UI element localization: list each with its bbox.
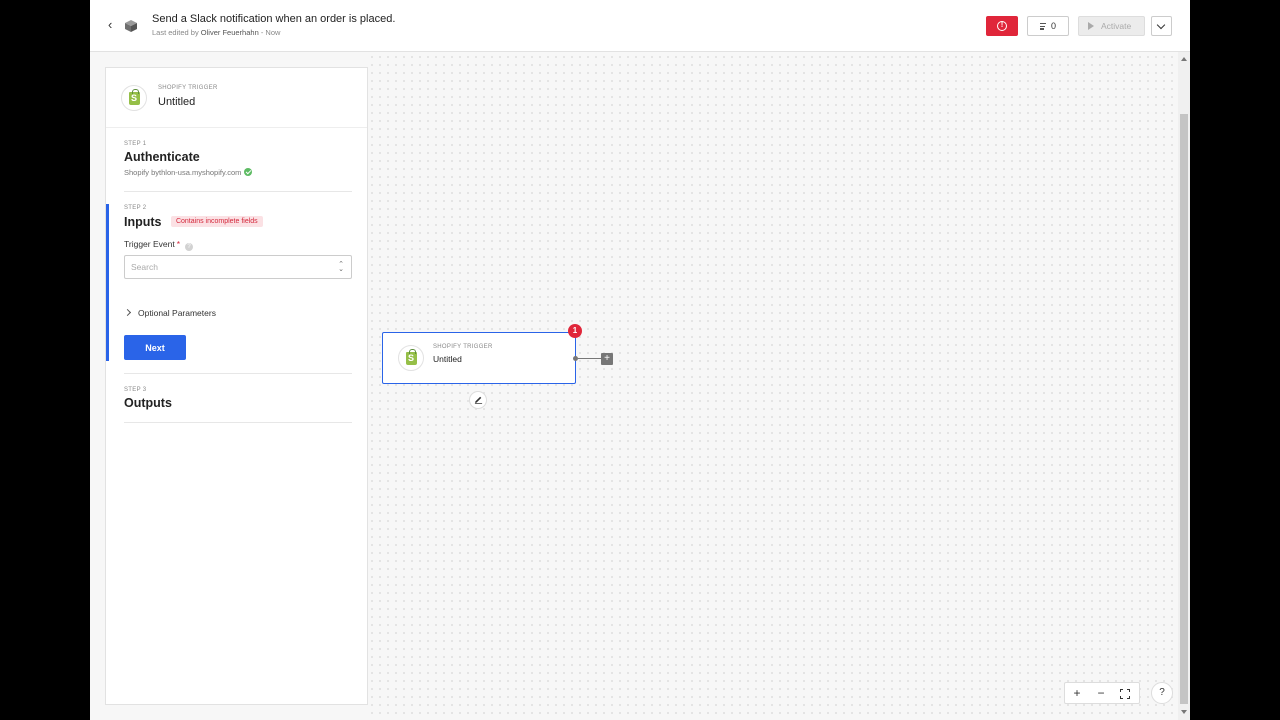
play-icon xyxy=(1088,22,1094,30)
alert-circle-icon: ! xyxy=(997,21,1007,31)
trigger-type-label: SHOPIFY TRIGGER xyxy=(158,85,218,91)
step-label: STEP 3 xyxy=(124,387,147,393)
step-authenticate[interactable]: STEP 1 Authenticate Shopify bythlon-usa.… xyxy=(124,141,352,192)
select-arrows-icon: ⌃ ⌄ xyxy=(338,261,344,273)
step-title-row: Inputs Contains incomplete fields xyxy=(124,213,352,229)
scroll-up-arrow-icon[interactable] xyxy=(1181,57,1187,61)
logs-button[interactable]: 0 xyxy=(1027,16,1069,36)
step-label: STEP 1 xyxy=(124,141,147,147)
step-title: Authenticate xyxy=(124,150,200,164)
list-icon xyxy=(1040,23,1046,30)
step-inputs: STEP 2 Inputs Contains incomplete fields… xyxy=(123,205,352,360)
logs-count: 0 xyxy=(1051,21,1057,31)
activate-button[interactable]: Activate xyxy=(1078,16,1145,36)
check-circle-icon xyxy=(244,168,253,176)
trigger-title[interactable]: Untitled xyxy=(158,96,195,108)
activate-label: Activate xyxy=(1101,21,1132,31)
workflow-editor: ‹ Send a Slack notification when an orde… xyxy=(90,0,1190,720)
chevron-down-icon xyxy=(1156,20,1166,30)
editor-name: Oliver Feuerhahn xyxy=(200,28,259,37)
edited-time: - Now xyxy=(260,28,281,37)
back-icon[interactable]: ‹ xyxy=(108,16,122,34)
help-circle-icon[interactable]: ? xyxy=(185,243,194,251)
node-label: SHOPIFY TRIGGER xyxy=(433,344,493,350)
zoom-controls: + − xyxy=(1064,682,1140,704)
optional-parameters-label: Optional Parameters xyxy=(138,308,216,318)
field-label-text: Trigger Event xyxy=(124,239,175,249)
step-divider xyxy=(124,373,352,374)
shopify-icon xyxy=(121,85,147,111)
trigger-event-search-input[interactable] xyxy=(131,260,321,274)
step-title: Outputs xyxy=(124,396,172,410)
zoom-in-button[interactable]: + xyxy=(1069,686,1085,702)
edit-node-button[interactable] xyxy=(469,391,487,409)
connector-line xyxy=(578,358,601,359)
trigger-event-select[interactable]: ⌃⌄ xyxy=(124,255,352,279)
trigger-event-label: Trigger Event *? xyxy=(124,239,352,251)
workflow-title[interactable]: Send a Slack notification when an order … xyxy=(152,13,395,25)
vertical-scrollbar[interactable] xyxy=(1178,52,1190,720)
node-error-badge: 1 xyxy=(568,324,582,338)
incomplete-badge: Contains incomplete fields xyxy=(170,216,263,228)
auth-account: Shopify bythlon-usa.myshopify.com xyxy=(124,168,242,177)
add-step-button[interactable]: + xyxy=(601,353,613,365)
zoom-out-button[interactable]: − xyxy=(1093,686,1109,702)
errors-button[interactable]: ! xyxy=(986,16,1018,36)
trigger-node[interactable]: SHOPIFY TRIGGER Untitled xyxy=(382,332,576,384)
next-button[interactable]: Next xyxy=(124,335,186,360)
cube-logo-icon xyxy=(125,20,137,32)
step-title: Inputs xyxy=(124,214,162,229)
workflow-canvas[interactable] xyxy=(368,53,1178,718)
help-button[interactable]: ? xyxy=(1151,682,1173,704)
active-step-indicator xyxy=(106,204,109,361)
node-title: Untitled xyxy=(433,354,462,364)
step-outputs[interactable]: STEP 3 Outputs xyxy=(124,387,352,423)
chevron-right-icon xyxy=(123,308,132,317)
step-label: STEP 2 xyxy=(124,205,147,211)
required-marker: * xyxy=(176,239,181,249)
more-options-button[interactable] xyxy=(1151,16,1172,36)
last-edited-prefix: Last edited by xyxy=(152,28,199,37)
last-edited: Last edited by Oliver Feuerhahn - Now xyxy=(152,28,280,37)
scroll-down-arrow-icon[interactable] xyxy=(1181,710,1187,714)
scroll-thumb[interactable] xyxy=(1180,114,1188,704)
top-bar: ‹ Send a Slack notification when an orde… xyxy=(90,0,1190,52)
pencil-icon xyxy=(474,396,483,404)
panel-header: SHOPIFY TRIGGER Untitled xyxy=(106,68,367,128)
shopify-icon xyxy=(398,345,424,371)
auth-detail: Shopify bythlon-usa.myshopify.com xyxy=(124,168,352,177)
trigger-config-panel: SHOPIFY TRIGGER Untitled STEP 1 Authenti… xyxy=(105,67,368,705)
fit-view-icon[interactable] xyxy=(1117,686,1133,702)
optional-parameters-toggle[interactable]: Optional Parameters xyxy=(123,308,216,318)
